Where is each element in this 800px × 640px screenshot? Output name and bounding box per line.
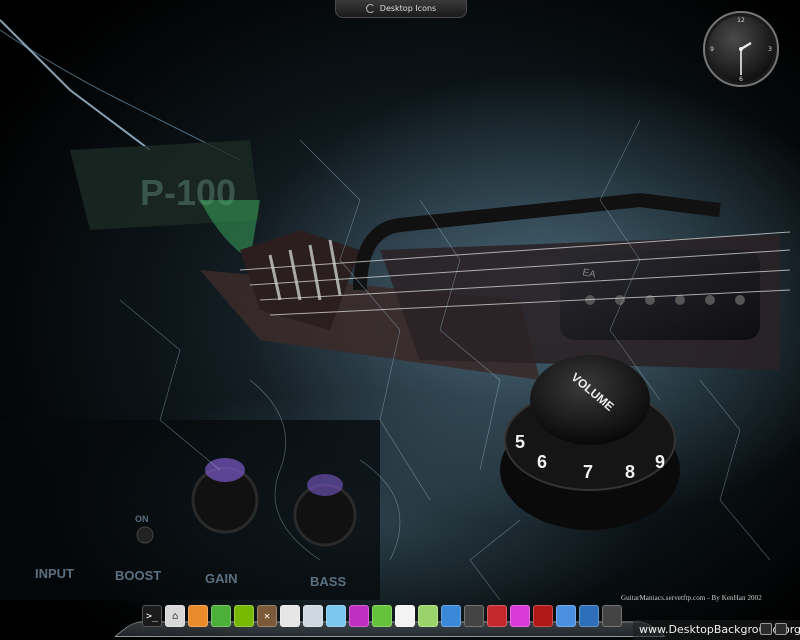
amp-label-gain: GAIN xyxy=(205,571,238,586)
tray-button-icon[interactable] xyxy=(775,623,787,635)
home-icon[interactable]: ⌂ xyxy=(165,605,185,627)
amp-label-input: INPUT xyxy=(35,566,74,581)
clock-numeral: 9 xyxy=(710,46,714,53)
ruby-icon[interactable] xyxy=(487,605,507,627)
top-panel[interactable]: Desktop Icons xyxy=(335,0,467,18)
dock: >_ ⌂ ✕ xyxy=(113,604,667,640)
document-icon[interactable] xyxy=(280,605,300,627)
eye-icon[interactable] xyxy=(349,605,369,627)
knob-number: 5 xyxy=(515,432,525,452)
pink-app-icon[interactable] xyxy=(510,605,530,627)
chromium-icon[interactable] xyxy=(556,605,576,627)
amp-label-on: ON xyxy=(135,514,149,524)
wallpaper-credit: GuitarManiacs.servetftp.com - By KenHan … xyxy=(621,594,762,602)
clock-numeral: 3 xyxy=(768,46,772,53)
notes-icon[interactable] xyxy=(418,605,438,627)
amp-label-boost: BOOST xyxy=(115,568,161,583)
nvidia-icon[interactable] xyxy=(234,605,254,627)
system-tray xyxy=(760,623,787,635)
clock-numeral: 6 xyxy=(739,76,743,83)
clock-center xyxy=(739,47,743,51)
trash-icon[interactable] xyxy=(602,605,622,627)
dock-items: >_ ⌂ ✕ xyxy=(142,605,622,627)
knob-number: 9 xyxy=(655,452,665,472)
knob-number: 8 xyxy=(625,462,635,482)
tools-icon[interactable]: ✕ xyxy=(257,605,277,627)
guitar-wallpaper: P-100 EA VOLUME 5 6 7 8 9 INPUT BOOST GA… xyxy=(0,0,800,640)
tray-button-icon[interactable] xyxy=(760,623,772,635)
tux-icon[interactable] xyxy=(395,605,415,627)
red-app-icon[interactable] xyxy=(533,605,553,627)
top-panel-label: Desktop Icons xyxy=(379,4,437,13)
analog-clock-widget[interactable]: 12 3 6 9 xyxy=(701,9,781,89)
drive-icon[interactable] xyxy=(326,605,346,627)
thermometer-icon[interactable] xyxy=(303,605,323,627)
knob-number: 7 xyxy=(583,462,593,482)
android-icon[interactable] xyxy=(372,605,392,627)
terminal-icon[interactable]: >_ xyxy=(142,605,162,627)
package-icon[interactable] xyxy=(188,605,208,627)
thunderbird-icon[interactable] xyxy=(579,605,599,627)
knob-number: 6 xyxy=(537,452,547,472)
amp-label-bass: BASS xyxy=(310,574,346,589)
desktop-icons-icon xyxy=(365,4,375,13)
monitor-icon[interactable] xyxy=(441,605,461,627)
clock-numeral: 12 xyxy=(737,17,745,24)
phone-icon[interactable] xyxy=(211,605,231,627)
network-icon[interactable] xyxy=(464,605,484,627)
